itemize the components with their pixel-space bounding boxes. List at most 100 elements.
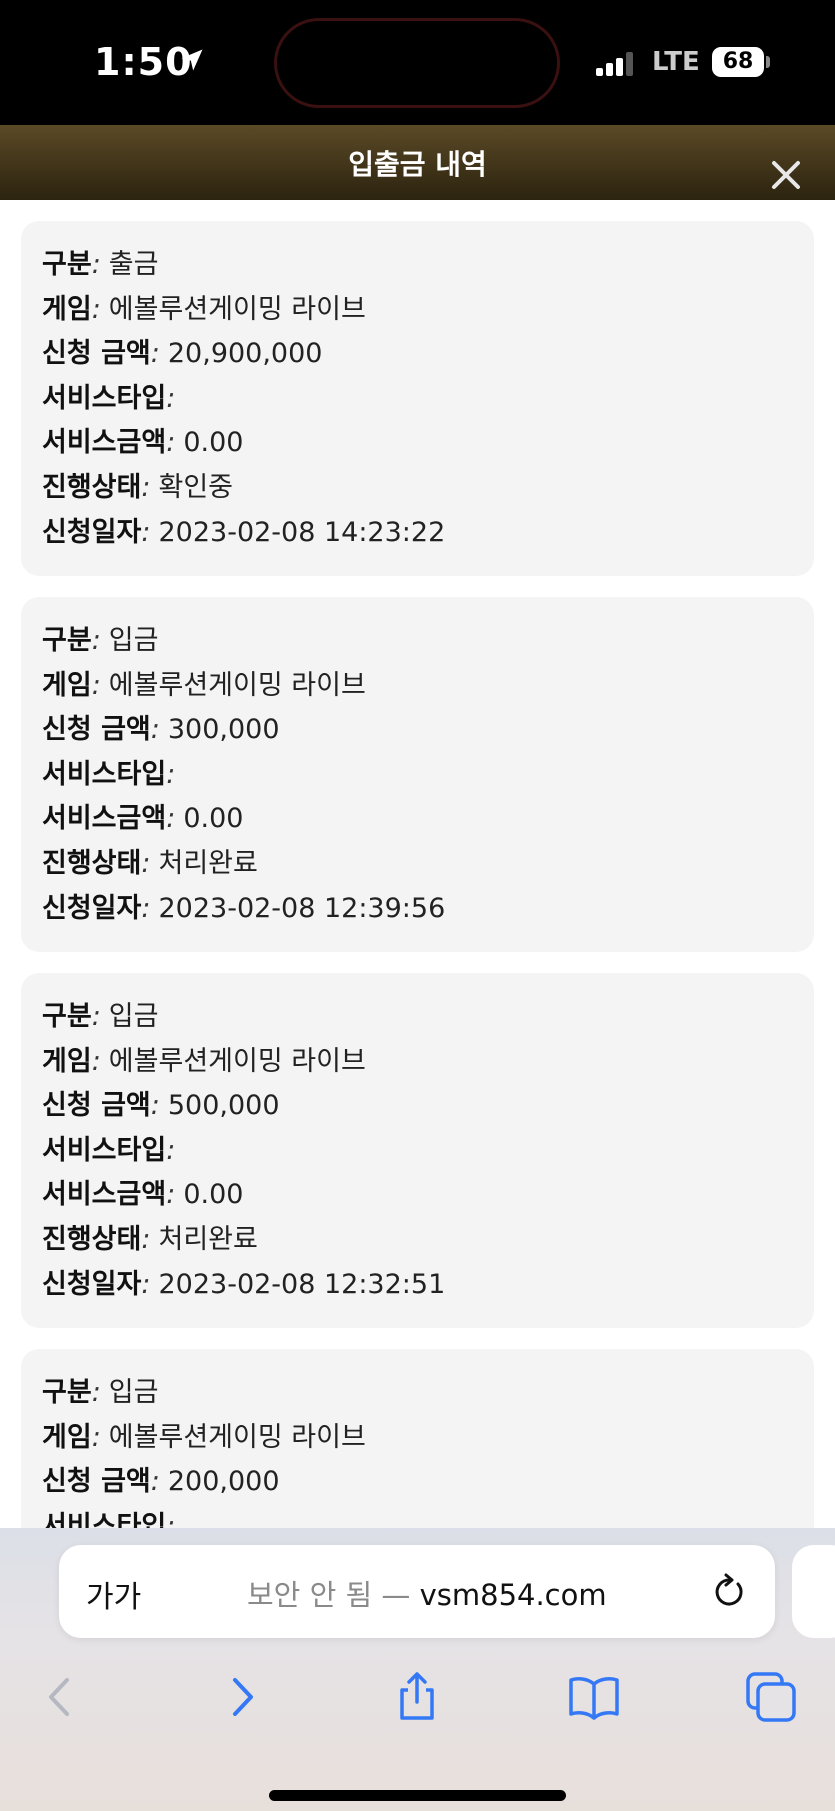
field-label: 게임 xyxy=(42,1421,92,1453)
field-label: 서비스타입 xyxy=(42,1510,167,1528)
field-label: 신청 금액 xyxy=(42,338,151,370)
field-label: 서비스금액 xyxy=(42,1179,167,1211)
url-domain: vsm854.com xyxy=(419,1578,607,1612)
field-value: 처리완료 xyxy=(158,847,258,879)
field-label: 신청일자 xyxy=(42,1268,142,1300)
transaction-list[interactable]: 구분: 출금 게임: 에볼루션게이밍 라이브 신청 금액: 20,900,000 서비스타입… xyxy=(0,200,835,1528)
field-value: 입금 xyxy=(108,625,159,656)
field-label: 서비스타입 xyxy=(42,382,167,414)
field-label: 구분 xyxy=(42,249,92,280)
field-label: 게임 xyxy=(42,1045,92,1077)
field-value: 처리완료 xyxy=(158,1223,258,1255)
field-separator: : xyxy=(91,1001,101,1032)
field-value: 에볼루션게이밍 라이브 xyxy=(108,669,366,701)
field-value: 에볼루션게이밍 라이브 xyxy=(108,1421,366,1453)
field-label: 구분 xyxy=(42,625,92,656)
field-row-game: 게임: 에볼루션게이밍 라이브 xyxy=(42,288,814,333)
field-label: 구분 xyxy=(42,1001,92,1032)
tabs-icon[interactable] xyxy=(744,1670,798,1724)
field-separator: : xyxy=(141,516,151,548)
field-label: 신청 금액 xyxy=(42,1466,151,1498)
field-row-amount: 신청 금액: 20,900,000 xyxy=(42,332,814,377)
field-value: 500,000 xyxy=(167,1090,280,1122)
field-label: 진행상태 xyxy=(42,471,142,503)
address-bar[interactable]: 가가 보안 안 됨 — vsm854.com xyxy=(59,1545,775,1638)
field-separator: : xyxy=(91,669,101,701)
field-label: 신청 금액 xyxy=(42,714,151,746)
dynamic-island xyxy=(274,18,560,108)
field-row-date: 신청일자: 2023-02-08 12:32:51 xyxy=(42,1263,814,1308)
field-value: 200,000 xyxy=(167,1466,280,1498)
field-value: 300,000 xyxy=(167,714,280,746)
security-warning: 보안 안 됨 — xyxy=(247,1578,411,1612)
network-type: LTE xyxy=(652,47,700,77)
field-separator: : xyxy=(166,1179,176,1211)
field-value: 20,900,000 xyxy=(167,338,323,370)
field-row-type: 구분: 입금 xyxy=(42,619,814,664)
page-title: 입출금 내역 xyxy=(348,148,487,181)
field-separator: : xyxy=(166,803,176,835)
share-icon[interactable] xyxy=(390,1670,444,1724)
field-row-amount: 신청 금액: 200,000 xyxy=(42,1460,814,1505)
field-separator: : xyxy=(141,847,151,879)
close-icon[interactable] xyxy=(768,157,804,193)
field-label: 게임 xyxy=(42,669,92,701)
field-value: 입금 xyxy=(108,1001,159,1032)
status-bar: 1:50 LTE 68 xyxy=(0,0,835,125)
chevron-left-icon[interactable] xyxy=(34,1670,88,1724)
text-size-button[interactable]: 가가 xyxy=(86,1572,141,1616)
field-separator: : xyxy=(166,1510,176,1528)
field-label: 서비스타입 xyxy=(42,758,167,790)
chevron-right-icon[interactable] xyxy=(214,1670,268,1724)
book-icon[interactable] xyxy=(567,1670,621,1724)
field-separator: : xyxy=(91,1421,101,1453)
signal-icon xyxy=(596,52,636,76)
field-label: 구분 xyxy=(42,1377,92,1408)
field-separator: : xyxy=(141,892,151,924)
field-value: 0.00 xyxy=(183,803,244,835)
field-value: 2023-02-08 12:32:51 xyxy=(158,1268,446,1300)
battery-icon: 68 xyxy=(712,47,764,77)
transaction-card: 구분:입금게임:에볼루션게이밍 라이브신청 금액:200,000서비스타입:서비… xyxy=(21,1349,814,1528)
field-row-date: 신청일자: 2023-02-08 12:39:56 xyxy=(42,887,814,932)
url-display[interactable]: 보안 안 됨 — vsm854.com xyxy=(247,1572,607,1614)
field-row-status: 진행상태: 확인중 xyxy=(42,466,814,511)
home-indicator xyxy=(269,1790,566,1801)
field-separator: : xyxy=(166,758,176,790)
transaction-card: 구분: 입금 게임: 에볼루션게이밍 라이브 신청 금액: 500,000 서비스타입: 서비… xyxy=(21,973,814,1328)
field-row-status: 진행상태: 처리완료 xyxy=(42,842,814,887)
field-separator: : xyxy=(91,1377,101,1408)
battery-tip xyxy=(766,56,770,68)
field-label: 신청일자 xyxy=(42,892,142,924)
field-row-game: 게임: 에볼루션게이밍 라이브 xyxy=(42,1040,814,1085)
field-value: 2023-02-08 14:23:22 xyxy=(158,516,446,548)
field-row-type: 구분: 출금 xyxy=(42,243,814,288)
field-row-amount: 신청 금액: 300,000 xyxy=(42,708,814,753)
field-row-date: 신청일자: 2023-02-08 14:23:22 xyxy=(42,511,814,556)
field-separator: : xyxy=(150,1466,160,1498)
field-separator: : xyxy=(141,471,151,503)
field-separator: : xyxy=(91,625,101,656)
field-row-game: 게임: 에볼루션게이밍 라이브 xyxy=(42,664,814,709)
field-row-game: 게임: 에볼루션게이밍 라이브 xyxy=(42,1416,814,1461)
field-value: 에볼루션게이밍 라이브 xyxy=(108,1045,366,1077)
reload-icon[interactable] xyxy=(711,1573,747,1611)
field-row-amount: 신청 금액: 500,000 xyxy=(42,1084,814,1129)
field-separator: : xyxy=(150,338,160,370)
field-row-service-type: 서비스타입: xyxy=(42,1505,814,1528)
field-separator: : xyxy=(141,1268,151,1300)
field-row-type: 구분: 입금 xyxy=(42,995,814,1040)
browser-toolbar: 가가 보안 안 됨 — vsm854.com xyxy=(0,1528,835,1811)
next-tab-preview[interactable] xyxy=(792,1545,835,1638)
transaction-card: 구분: 입금 게임: 에볼루션게이밍 라이브 신청 금액: 300,000 서비스타입: 서비… xyxy=(21,597,814,952)
field-separator: : xyxy=(166,427,176,459)
field-value: 0.00 xyxy=(183,427,244,459)
field-row-type: 구분: 입금 xyxy=(42,1371,814,1416)
field-value: 2023-02-08 12:39:56 xyxy=(158,892,446,924)
field-row-service-type: 서비스타입: xyxy=(42,1129,814,1174)
field-value: 0.00 xyxy=(183,1179,244,1211)
field-label: 진행상태 xyxy=(42,1223,142,1255)
field-separator: : xyxy=(91,1045,101,1077)
field-label: 서비스금액 xyxy=(42,803,167,835)
field-value: 확인중 xyxy=(158,471,234,503)
